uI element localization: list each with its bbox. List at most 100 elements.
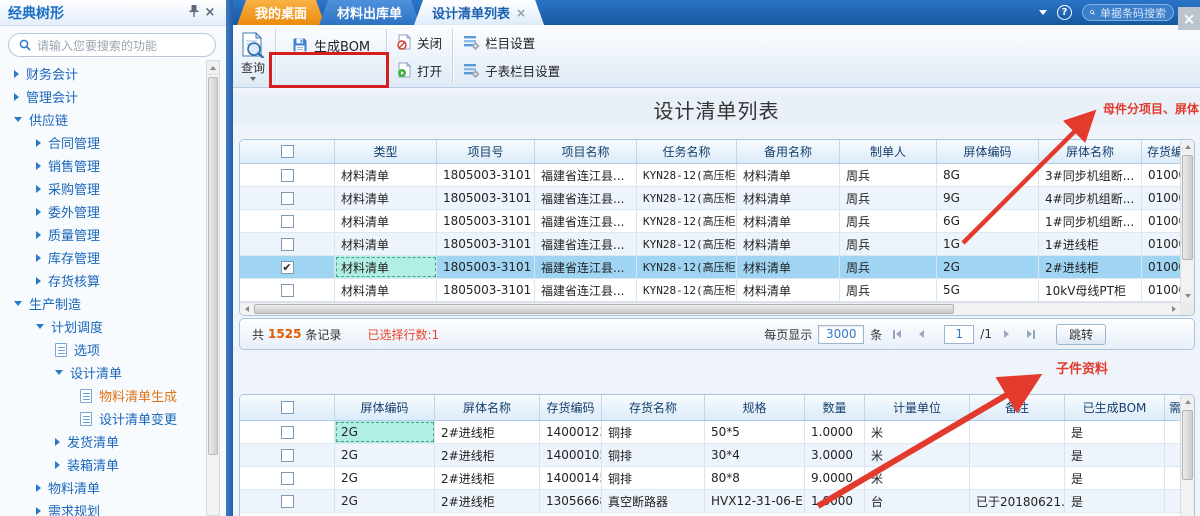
sidebar-item-purchase[interactable]: 采购管理	[0, 177, 204, 200]
table-row[interactable]: 2G 2#进线柜 13056668 真空断路器 HVX12-31-06-E 1.…	[240, 490, 1194, 513]
sidebar-item-manufacturing[interactable]: 生产制造	[0, 292, 204, 315]
scroll-up-arrow[interactable]	[1181, 395, 1194, 408]
open-document-button[interactable]: 打开	[393, 58, 446, 82]
jump-button[interactable]: 跳转	[1056, 324, 1106, 345]
sidebar-item-packing-list[interactable]: 装箱清单	[0, 453, 204, 476]
sidebar-item-design-list[interactable]: 设计清单	[0, 361, 204, 384]
last-page-button[interactable]	[1022, 325, 1040, 343]
chevron-right-icon	[36, 254, 41, 262]
page-number-input[interactable]: 1	[944, 325, 974, 344]
first-page-button[interactable]	[888, 325, 906, 343]
panel-splitter[interactable]	[226, 0, 233, 516]
scrollbar-thumb[interactable]	[208, 77, 218, 455]
sidebar-close-icon[interactable]: ×	[202, 5, 218, 20]
chevron-right-icon	[55, 461, 60, 469]
sidebar-scrollbar[interactable]	[206, 60, 220, 516]
table-row[interactable]: 2G 2#进线柜 14000123 铜排 50*5 1.0000 米 是	[240, 421, 1194, 444]
tab-design-list[interactable]: 设计清单列表×	[414, 0, 544, 25]
tab-close-icon[interactable]: ×	[516, 6, 526, 20]
chevron-right-icon	[36, 185, 41, 193]
document-icon	[80, 412, 92, 426]
sidebar: 经典树形 × 请输入您要搜索的功能 财务会计 管理会计 供应链 合同管理 销售管…	[0, 0, 226, 516]
close-window-icon[interactable]: ×	[1178, 7, 1200, 30]
sidebar-search-input[interactable]: 请输入您要搜索的功能	[8, 33, 216, 57]
sidebar-item-bom-generate[interactable]: 物料清单生成	[0, 384, 204, 407]
chevron-right-icon	[36, 208, 41, 216]
row-checkbox[interactable]	[240, 187, 335, 209]
chevron-right-icon	[36, 162, 41, 170]
chevron-down-icon[interactable]	[1039, 10, 1047, 15]
child-table-header: 屏体编码 屏体名称 存货编码 存货名称 规格 数量 计量单位 备注 已生成BOM…	[240, 395, 1194, 421]
sidebar-item-demand-planning[interactable]: 需求规划	[0, 499, 204, 516]
query-button[interactable]: 查询	[233, 25, 273, 87]
select-all-checkbox[interactable]	[240, 140, 335, 163]
row-checkbox[interactable]	[240, 210, 335, 232]
scrollbar-thumb[interactable]	[254, 304, 954, 314]
scrollbar-thumb[interactable]	[1182, 155, 1193, 260]
sidebar-item-material-list[interactable]: 物料清单	[0, 476, 204, 499]
row-checkbox[interactable]	[240, 233, 335, 255]
scroll-down-arrow[interactable]	[1181, 289, 1194, 302]
column-header: 存货名称	[602, 395, 705, 420]
focused-cell[interactable]: 材料清单	[335, 256, 437, 278]
prev-page-button[interactable]	[912, 325, 930, 343]
sidebar-item-shipping-list[interactable]: 发货清单	[0, 430, 204, 453]
sidebar-item-inventory[interactable]: 库存管理	[0, 246, 204, 269]
page-count: /1	[980, 327, 992, 341]
subtable-column-settings-button[interactable]: 子表栏目设置	[459, 58, 564, 82]
help-icon[interactable]: ?	[1057, 5, 1072, 20]
column-settings-button[interactable]: 栏目设置	[459, 30, 564, 54]
close-document-button[interactable]: 关闭	[393, 30, 446, 54]
table-row[interactable]: 材料清单 1805003-3101 福建省连江县... KYN28-12(高压柜…	[240, 233, 1194, 256]
row-checkbox[interactable]	[240, 444, 335, 466]
tab-material-outbound[interactable]: 材料出库单	[319, 0, 420, 25]
row-checkbox[interactable]	[240, 467, 335, 489]
pin-icon[interactable]	[186, 3, 202, 22]
sidebar-item-outsourcing[interactable]: 委外管理	[0, 200, 204, 223]
scroll-right-arrow[interactable]	[1167, 303, 1180, 315]
row-checkbox-checked[interactable]: ✔	[240, 256, 335, 278]
list-gear-icon	[463, 63, 480, 78]
sidebar-item-stock-accounting[interactable]: 存货核算	[0, 269, 204, 292]
select-all-checkbox[interactable]	[240, 395, 335, 420]
scrollbar-thumb[interactable]	[1182, 410, 1193, 480]
sidebar-item-quality[interactable]: 质量管理	[0, 223, 204, 246]
generate-bom-button[interactable]: 生成BOM	[280, 28, 382, 62]
scroll-up-arrow[interactable]	[207, 61, 219, 75]
sidebar-item-sales[interactable]: 销售管理	[0, 154, 204, 177]
horizontal-scrollbar[interactable]	[240, 302, 1180, 315]
column-header: 屏体名称	[1039, 140, 1142, 163]
table-row[interactable]: 材料清单 1805003-3101 福建省连江县... KYN28-12(高压柜…	[240, 187, 1194, 210]
table-row-selected[interactable]: ✔ 材料清单 1805003-3101 福建省连江县... KYN28-12(高…	[240, 256, 1194, 279]
sidebar-item-design-change[interactable]: 设计清单变更	[0, 407, 204, 430]
table-row[interactable]: 2G 2#进线柜 14000145 铜排 80*8 9.0000 米 是	[240, 467, 1194, 490]
vertical-scrollbar[interactable]	[1180, 395, 1194, 516]
sidebar-item-mgmt-accounting[interactable]: 管理会计	[0, 85, 204, 108]
sidebar-item-options[interactable]: 选项	[0, 338, 204, 361]
sidebar-item-supply-chain[interactable]: 供应链	[0, 108, 204, 131]
barcode-search-input[interactable]: 单据条码搜索	[1082, 4, 1174, 21]
table-row[interactable]: 材料清单 1805003-3101 福建省连江县... KYN28-12(高压柜…	[240, 164, 1194, 187]
column-header: 屏体名称	[435, 395, 540, 420]
pagination-bar: 共 1525 条记录 已选择行数:1 每页显示 3000 条 1 /1 跳转	[239, 318, 1195, 350]
scroll-up-arrow[interactable]	[1181, 140, 1194, 153]
table-row[interactable]: 材料清单 1805003-3101 福建省连江县... KYN28-12(高压柜…	[240, 210, 1194, 233]
tab-my-desktop[interactable]: 我的桌面	[237, 0, 325, 25]
focused-cell[interactable]: 2G	[335, 421, 435, 443]
table-row[interactable]: 2G 2#进线柜 14000105 铜排 30*4 3.0000 米 是	[240, 444, 1194, 467]
sidebar-item-finance[interactable]: 财务会计	[0, 62, 204, 85]
table-row[interactable]: 材料清单 1805003-3101 福建省连江县... KYN28-12(高压柜…	[240, 279, 1194, 302]
sidebar-item-contract[interactable]: 合同管理	[0, 131, 204, 154]
row-checkbox[interactable]	[240, 490, 335, 512]
row-checkbox[interactable]	[240, 164, 335, 186]
save-disk-icon	[292, 37, 308, 53]
tab-bar: 我的桌面 材料出库单 设计清单列表× ? 单据条码搜索	[233, 0, 1200, 25]
chevron-right-icon	[36, 277, 41, 285]
next-page-button[interactable]	[998, 325, 1016, 343]
sidebar-item-plan-scheduling[interactable]: 计划调度	[0, 315, 204, 338]
per-page-input[interactable]: 3000	[818, 325, 864, 344]
scroll-left-arrow[interactable]	[240, 303, 253, 315]
row-checkbox[interactable]	[240, 421, 335, 443]
row-checkbox[interactable]	[240, 279, 335, 301]
vertical-scrollbar[interactable]	[1180, 140, 1194, 302]
